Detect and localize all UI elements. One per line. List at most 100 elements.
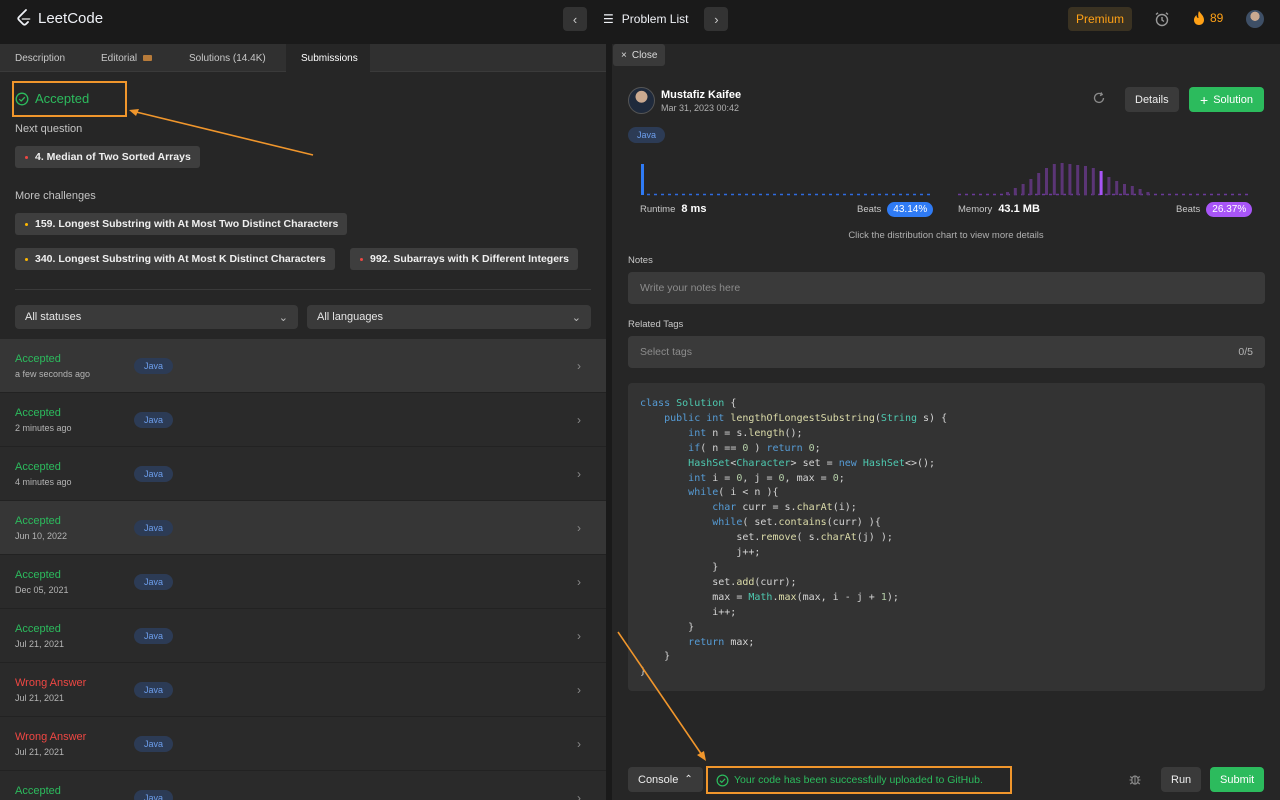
chip-label: 992. Subarrays with K Different Integers	[370, 253, 569, 265]
author-avatar[interactable]	[628, 87, 655, 114]
memory-bar	[1107, 177, 1111, 195]
submission-status: Accepted	[15, 353, 61, 365]
next-question-chip[interactable]: 4. Median of Two Sorted Arrays	[15, 146, 200, 168]
submission-row[interactable]: Accepted Jun 10, 2022 Java ›	[0, 501, 606, 555]
problem-list-nav: ‹ ☰ Problem List ›	[563, 7, 729, 31]
language-badge: Java	[134, 790, 174, 800]
submit-button[interactable]: Submit	[1210, 767, 1265, 792]
submission-row[interactable]: Wrong Answer Jul 21, 2021 Java ›	[0, 717, 606, 771]
notes-input[interactable]: Write your notes here	[628, 272, 1265, 304]
code-line: }	[640, 666, 647, 678]
annotation-highlight-box	[12, 81, 127, 117]
problem-list-button[interactable]: ☰ Problem List	[597, 12, 694, 26]
chevron-down-icon: ⌄	[278, 311, 288, 324]
problem-tabs: Description Editorial Solutions (14.4K) …	[0, 44, 606, 72]
prev-problem-button[interactable]: ‹	[563, 7, 587, 31]
next-problem-button[interactable]: ›	[704, 7, 729, 31]
submission-row[interactable]: Accepted Jul 21, 2021 Java ›	[0, 609, 606, 663]
language-badge: Java	[134, 520, 174, 536]
submission-row[interactable]: Accepted Java ›	[0, 771, 606, 800]
memory-value: 43.1 MB	[998, 203, 1040, 215]
alarm-clock-icon[interactable]	[1154, 11, 1170, 27]
author-name[interactable]: Mustafiz Kaifee	[661, 89, 741, 101]
submission-row[interactable]: Wrong Answer Jul 21, 2021 Java ›	[0, 663, 606, 717]
more-challenges-label: More challenges	[15, 190, 96, 202]
memory-bar	[1029, 179, 1033, 195]
details-button[interactable]: Details	[1125, 87, 1179, 112]
difficulty-dot	[25, 155, 28, 159]
submission-status: Accepted	[15, 785, 61, 797]
console-toggle-button[interactable]: Console ⌃	[628, 767, 703, 792]
chevron-right-icon: ›	[714, 11, 719, 27]
memory-beats-percent: 26.37%	[1206, 202, 1253, 217]
code-line: max = Math.max(max, i - j + 1);	[640, 591, 899, 603]
memory-bar	[1091, 168, 1095, 195]
code-line: set.remove( s.charAt(j) );	[640, 532, 893, 544]
submission-time: Jul 21, 2021	[15, 639, 65, 649]
chevron-right-icon: ›	[577, 629, 581, 643]
premium-button[interactable]: Premium	[1068, 7, 1133, 31]
submission-status: Wrong Answer	[15, 677, 87, 689]
chart-hint: Click the distribution chart to view mor…	[848, 230, 1044, 241]
chevron-right-icon: ›	[577, 521, 581, 535]
submission-time: Jul 21, 2021	[15, 747, 65, 757]
list-icon: ☰	[603, 12, 614, 26]
post-solution-button[interactable]: + Solution	[1189, 87, 1264, 112]
close-button[interactable]: × Close	[613, 44, 666, 66]
user-avatar[interactable]	[1246, 10, 1264, 28]
leetcode-logo[interactable]: LeetCode	[16, 9, 103, 27]
language-badge: Java	[134, 736, 174, 752]
code-line: HashSet<Character> set = new HashSet<>()…	[688, 457, 936, 469]
code-line: i++;	[640, 606, 737, 618]
section-divider	[15, 289, 591, 290]
language-filter-select[interactable]: All languages ⌄	[307, 305, 591, 329]
code-viewer[interactable]: class Solution { public int lengthOfLong…	[628, 383, 1265, 691]
chevron-right-icon: ›	[577, 359, 581, 373]
runtime-beats-percent: 43.14%	[887, 202, 934, 217]
code-line: if( n == 0 ) return 0;	[688, 442, 821, 454]
challenge-chip[interactable]: 340. Longest Substring with At Most K Di…	[15, 248, 335, 270]
tab-submissions[interactable]: Submissions	[286, 44, 370, 72]
video-icon	[143, 55, 153, 61]
submission-row[interactable]: Accepted 4 minutes ago Java ›	[0, 447, 606, 501]
submission-status: Accepted	[15, 407, 61, 419]
challenge-chip[interactable]: 159. Longest Substring with At Most Two …	[15, 213, 348, 235]
memory-bar	[1146, 192, 1150, 195]
memory-distribution-svg	[958, 163, 1252, 196]
submission-time: 2 minutes ago	[15, 423, 72, 433]
memory-bar	[1052, 164, 1056, 195]
language-filter-value: All languages	[317, 311, 384, 323]
refresh-icon[interactable]	[1092, 91, 1106, 105]
tags-select[interactable]: Select tags 0/5	[628, 336, 1265, 368]
runtime-bar-active	[641, 164, 644, 195]
streak-counter[interactable]: 89	[1192, 10, 1223, 26]
tab-solutions[interactable]: Solutions (14.4K)	[174, 44, 286, 72]
status-filter-select[interactable]: All statuses ⌄	[15, 305, 298, 329]
difficulty-dot	[25, 257, 28, 261]
code-line: return max;	[688, 636, 755, 648]
memory-distribution-chart[interactable]	[958, 159, 1254, 197]
solution-label: Solution	[1213, 93, 1253, 106]
leetcode-logo-icon	[17, 9, 31, 26]
chevron-right-icon: ›	[577, 791, 581, 800]
language-badge: Java	[134, 574, 174, 590]
run-button[interactable]: Run	[1161, 767, 1202, 792]
runtime-distribution-chart[interactable]	[638, 159, 934, 197]
tab-description[interactable]: Description	[0, 44, 86, 72]
problem-list-label: Problem List	[621, 12, 689, 26]
submission-row[interactable]: Accepted 2 minutes ago Java ›	[0, 393, 606, 447]
tab-label: Editorial	[101, 52, 138, 64]
memory-bar	[1084, 166, 1087, 195]
submission-row[interactable]: Accepted a few seconds ago Java ›	[0, 339, 606, 393]
challenge-chip[interactable]: 992. Subarrays with K Different Integers	[350, 248, 578, 270]
code-line: }	[640, 651, 671, 663]
submission-author: Mustafiz Kaifee Mar 31, 2023 00:42	[628, 87, 741, 114]
bug-icon[interactable]	[1128, 772, 1142, 786]
code-line: char curr = s.charAt(i);	[712, 502, 857, 514]
submission-status: Wrong Answer	[15, 731, 87, 743]
language-badge: Java	[134, 628, 174, 644]
submission-row[interactable]: Accepted Dec 05, 2021 Java ›	[0, 555, 606, 609]
tab-editorial[interactable]: Editorial	[86, 44, 174, 72]
code-line: int i = 0, j = 0, max = 0;	[688, 472, 845, 484]
chevron-right-icon: ›	[577, 467, 581, 481]
